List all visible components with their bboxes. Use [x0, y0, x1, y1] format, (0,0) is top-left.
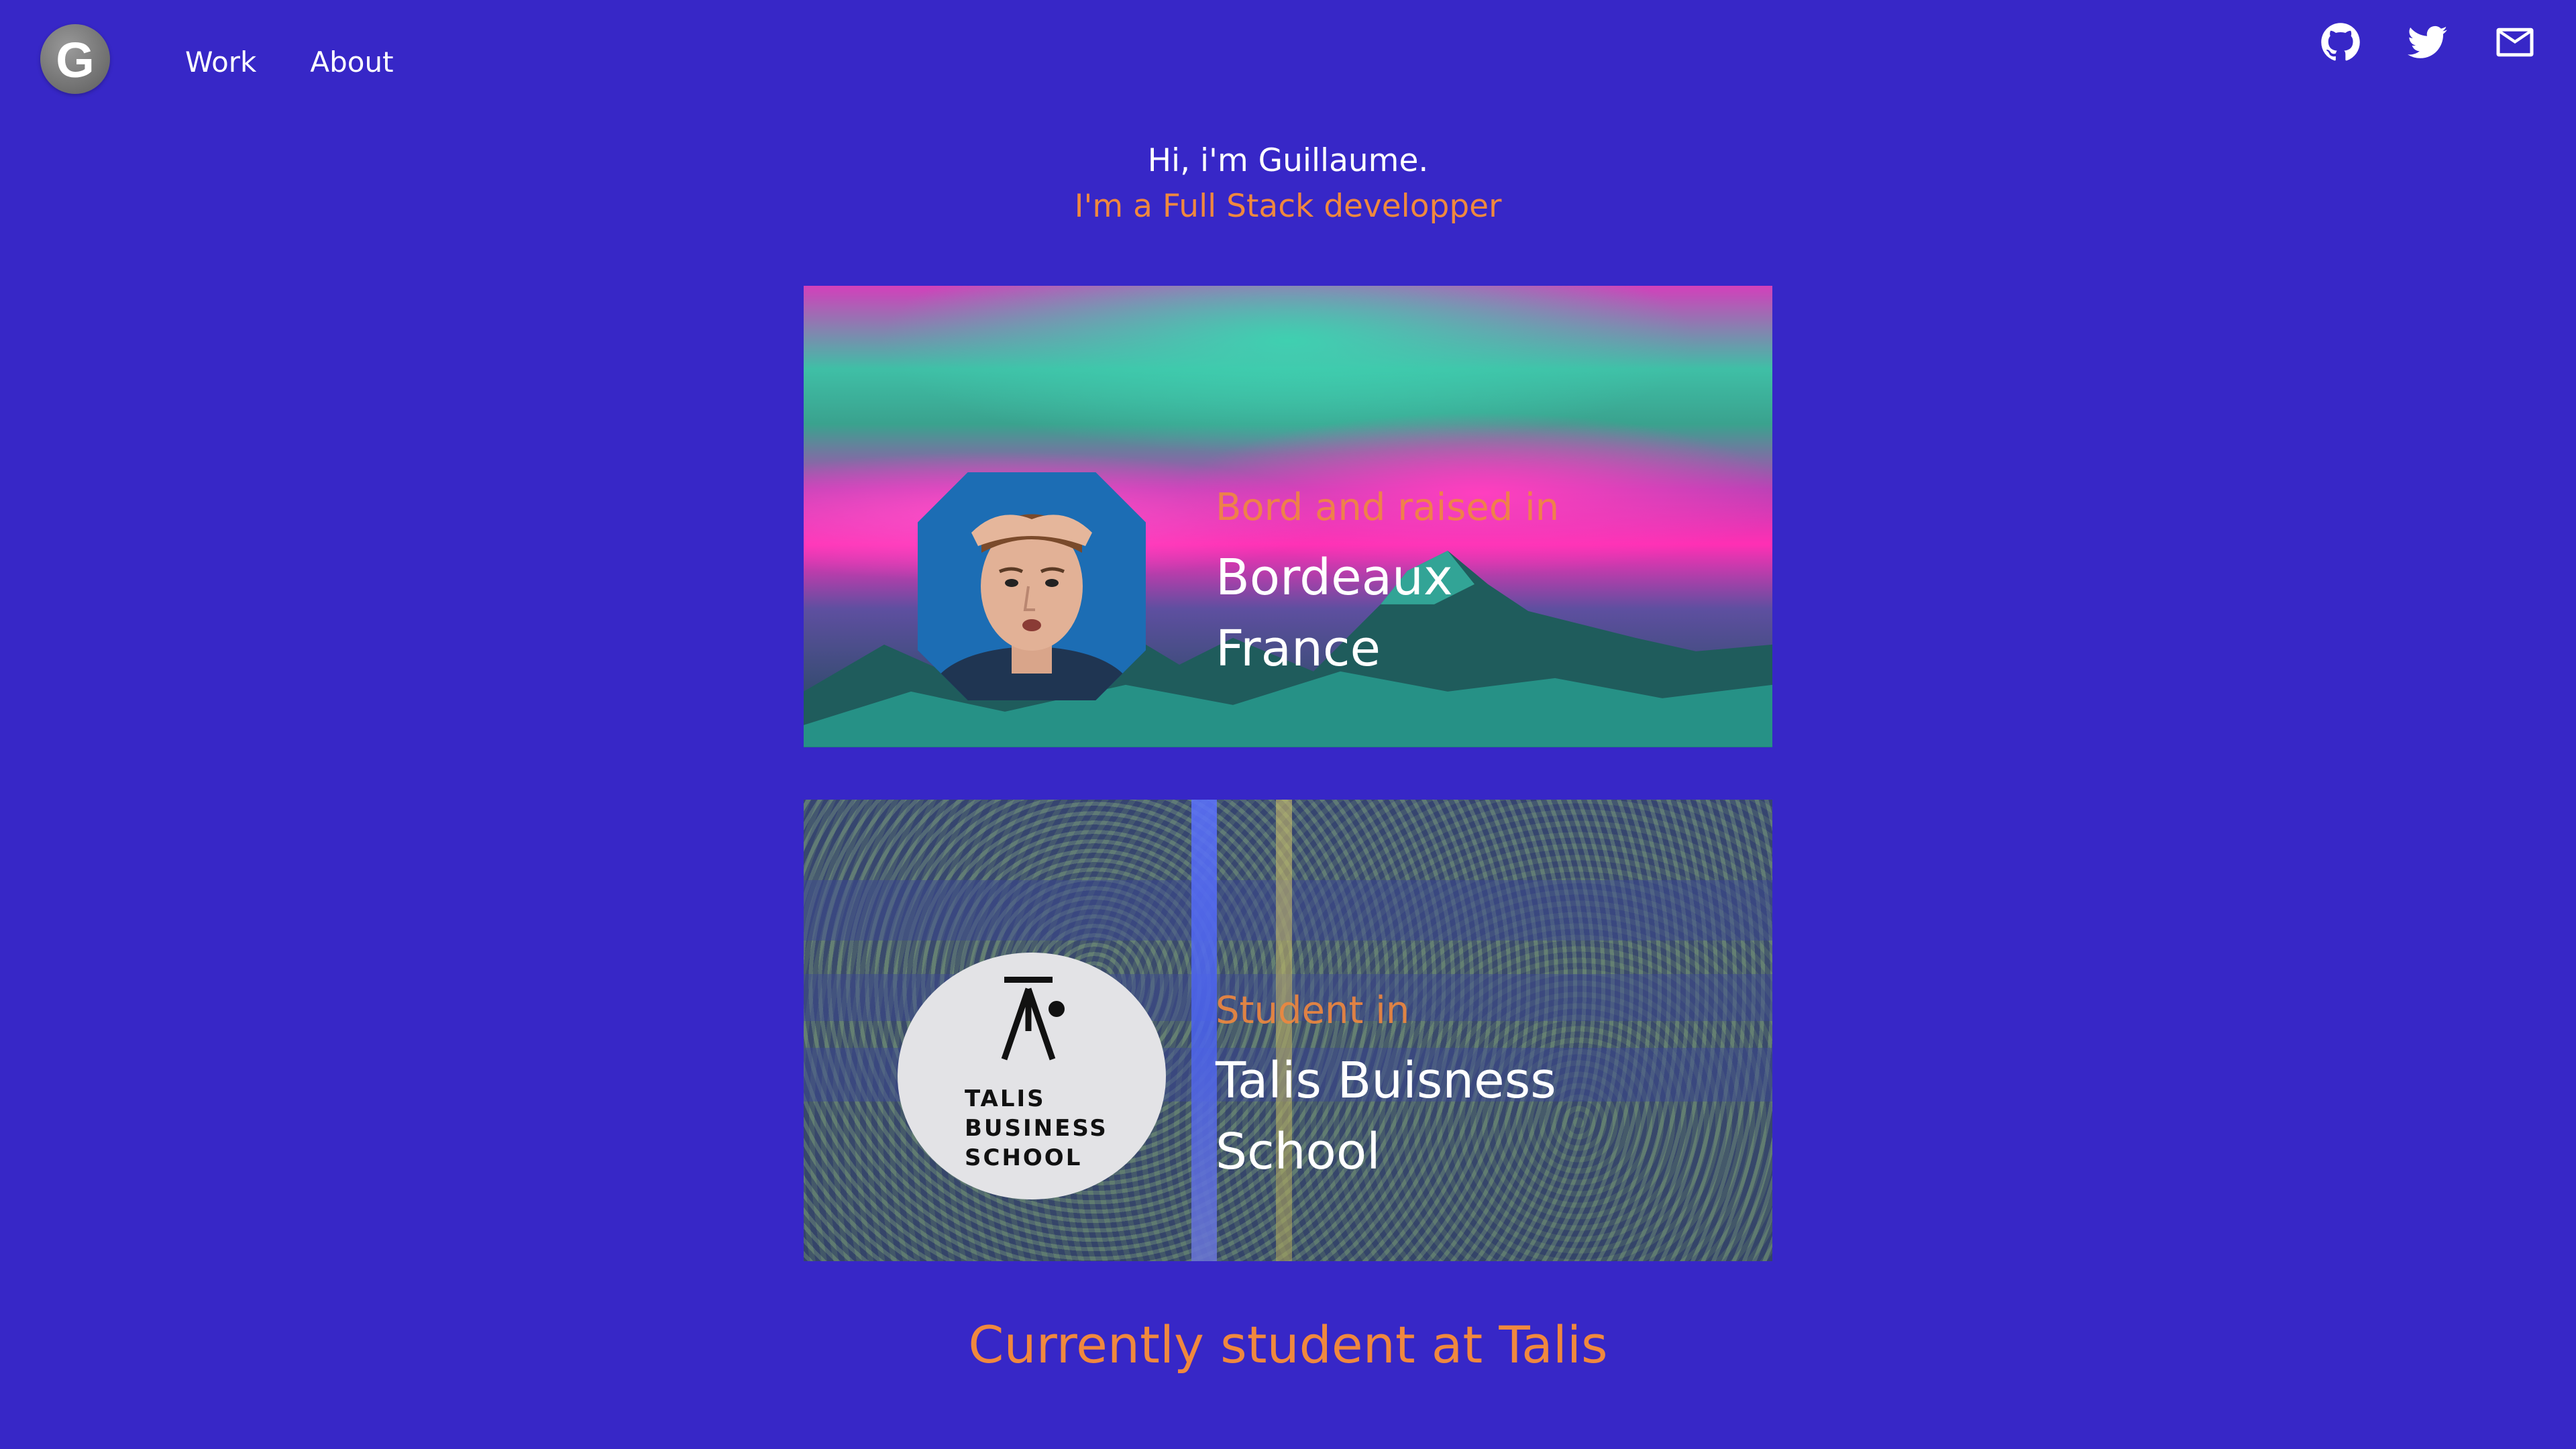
hometown-card: Bord and raised in Bordeaux France: [804, 286, 1772, 747]
talis-logo-text: TALIS BUSINESS SCHOOL: [965, 1085, 1108, 1171]
logo-letter: G: [56, 32, 95, 88]
talis-logo-mark: [1001, 977, 1065, 1061]
hometown-text: Bord and raised in Bordeaux France: [1216, 484, 1725, 684]
forest-road: [1191, 800, 1217, 1261]
github-icon[interactable]: [2317, 19, 2364, 66]
intro-role: I'm a Full Stack developper: [1074, 188, 1502, 225]
intro-greeting: Hi, i'm Guillaume.: [1147, 142, 1429, 179]
hometown-kicker: Bord and raised in: [1216, 486, 1560, 529]
main-nav: Work About: [185, 46, 394, 78]
twitter-icon[interactable]: [2404, 19, 2451, 66]
current-status: Currently student at Talis: [968, 1315, 1608, 1375]
talis-business-school-logo: TALIS BUSINESS SCHOOL: [898, 953, 1166, 1199]
school-card: TALIS BUSINESS SCHOOL Student in Talis B…: [804, 800, 1772, 1261]
portrait-photo: [918, 472, 1146, 700]
mail-icon[interactable]: [2491, 19, 2538, 66]
school-title: Talis Buisness School: [1216, 1052, 1556, 1181]
nav-link-about[interactable]: About: [310, 46, 393, 78]
hometown-title: Bordeaux France: [1216, 549, 1453, 678]
nav-link-work[interactable]: Work: [185, 46, 256, 78]
site-logo[interactable]: G: [40, 24, 110, 94]
social-links: [2317, 19, 2576, 66]
school-text: Student in Talis Buisness School: [1216, 987, 1725, 1187]
school-kicker: Student in: [1216, 989, 1410, 1032]
page: G Work About Hi, i'm Guillaume. I'm a Fu…: [0, 0, 2576, 1449]
intro: Hi, i'm Guillaume. I'm a Full Stack deve…: [0, 138, 2576, 229]
